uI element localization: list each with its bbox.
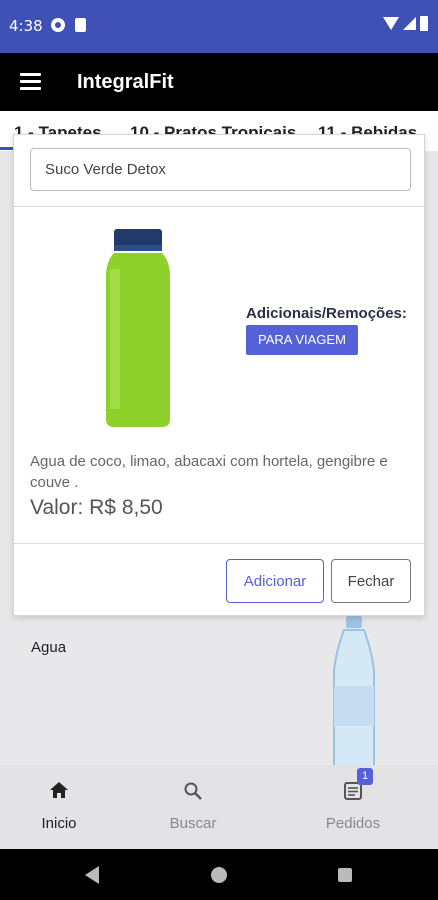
app-bar: IntegralFit	[0, 53, 438, 111]
back-icon[interactable]	[85, 866, 99, 884]
notification-icon	[51, 18, 65, 32]
wifi-icon	[383, 17, 399, 30]
nav-label-buscar: Buscar	[169, 815, 217, 832]
nav-label-inicio: Inicio	[41, 815, 77, 832]
nav-item-inicio[interactable]: Inicio	[19, 765, 99, 849]
add-button[interactable]: Adicionar	[226, 559, 324, 603]
close-button[interactable]: Fechar	[331, 559, 411, 603]
status-time: 4:38	[9, 17, 43, 35]
sim-card-icon	[75, 18, 86, 32]
home-icon	[50, 782, 68, 798]
water-bottle-image	[333, 616, 375, 765]
app-title: IntegralFit	[77, 71, 174, 93]
product-description: Agua de coco, limao, abacaxi com hortela…	[30, 453, 388, 491]
recent-apps-icon[interactable]	[338, 868, 352, 882]
home-button-icon[interactable]	[211, 867, 227, 883]
modal-header	[14, 135, 424, 207]
signal-icon	[403, 17, 416, 30]
status-bar: 4:38	[0, 0, 438, 53]
modal-footer: Adicionar Fechar	[14, 543, 424, 617]
status-indicators	[383, 16, 428, 31]
nav-item-pedidos[interactable]: 1 Pedidos	[313, 765, 393, 849]
hamburger-menu-icon[interactable]	[20, 73, 41, 90]
battery-icon	[420, 16, 428, 31]
search-icon	[184, 782, 202, 800]
list-item-name[interactable]: Agua	[31, 639, 66, 656]
para-viagem-chip[interactable]: PARA VIAGEM	[246, 325, 358, 355]
nav-label-pedidos: Pedidos	[325, 815, 381, 832]
juice-bottle-image	[106, 229, 170, 427]
addons-title: Adicionais/Remoções:	[246, 305, 407, 322]
orders-count-badge: 1	[357, 768, 373, 785]
product-name-field[interactable]	[30, 148, 411, 191]
product-price: Valor: R$ 8,50	[30, 496, 163, 519]
product-modal: Adicionais/Remoções: PARA VIAGEM Agua de…	[13, 134, 425, 616]
bottom-navigation: Inicio Buscar 1 Pedidos	[0, 765, 438, 849]
nav-item-buscar[interactable]: Buscar	[153, 765, 233, 849]
system-navigation-bar	[0, 849, 438, 900]
